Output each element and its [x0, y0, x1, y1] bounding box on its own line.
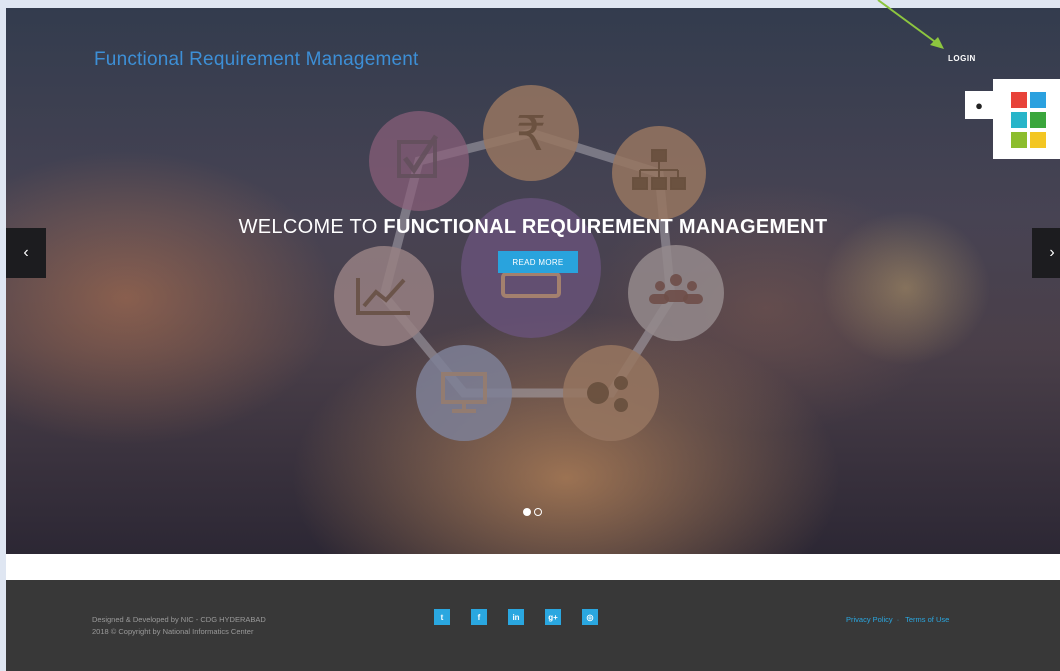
page-frame: ₹ Functional Requirement Management LOGI… — [6, 8, 1060, 671]
swatch-green[interactable] — [1030, 112, 1046, 128]
slider-dot-2[interactable] — [534, 508, 542, 516]
welcome-prefix: WELCOME TO — [238, 216, 384, 238]
services-diagram: ₹ — [334, 85, 724, 441]
chevron-right-icon: › — [1049, 244, 1055, 261]
twitter-glyph: t — [440, 612, 444, 622]
footer-credits: Designed & Developed by NIC - CDG HYDERA… — [92, 614, 266, 638]
read-more-button[interactable]: READ MORE — [498, 251, 578, 273]
diagram-node-monitor — [416, 345, 512, 441]
swatch-cyan[interactable] — [1011, 112, 1027, 128]
linkedin-icon[interactable]: in — [508, 609, 524, 625]
welcome-bold: FUNCTIONAL REQUIREMENT MANAGEMENT — [383, 216, 828, 238]
droplet-icon: ● — [975, 97, 983, 113]
swatch-red[interactable] — [1011, 92, 1027, 108]
diagram-node-gears — [563, 345, 659, 441]
facebook-glyph: f — [477, 612, 481, 622]
swatch-yellow[interactable] — [1030, 132, 1046, 148]
site-footer: Designed & Developed by NIC - CDG HYDERA… — [6, 580, 1060, 671]
slider-dot-1[interactable] — [523, 508, 531, 516]
slider-prev-button[interactable]: ‹ — [6, 228, 46, 278]
twitter-icon[interactable]: t — [434, 609, 450, 625]
slider-next-button[interactable]: › — [1032, 228, 1060, 278]
rupee-icon: ₹ — [516, 106, 547, 162]
slider-pagination — [523, 508, 542, 516]
theme-swatch-panel — [993, 79, 1060, 159]
theme-toggle-button[interactable]: ● — [965, 91, 993, 119]
privacy-policy-link[interactable]: Privacy Policy — [846, 615, 893, 624]
instagram-icon[interactable]: ◎ — [582, 609, 598, 625]
google-plus-icon[interactable]: g+ — [545, 609, 561, 625]
link-separator: · — [896, 615, 900, 624]
login-link[interactable]: LOGIN — [948, 54, 976, 63]
hero-slider: ₹ Functional Requirement Management LOGI… — [6, 8, 1060, 554]
social-links: t f in g+ ◎ — [434, 609, 598, 625]
welcome-heading: WELCOME TO FUNCTIONAL REQUIREMENT MANAGE… — [6, 216, 1060, 239]
footer-links: Privacy Policy · Terms of Use — [846, 615, 953, 624]
credit-line-1: Designed & Developed by NIC - CDG HYDERA… — [92, 615, 266, 624]
swatch-lime[interactable] — [1011, 132, 1027, 148]
swatch-blue[interactable] — [1030, 92, 1046, 108]
site-title[interactable]: Functional Requirement Management — [94, 49, 419, 71]
chevron-left-icon: ‹ — [23, 244, 29, 261]
facebook-icon[interactable]: f — [471, 609, 487, 625]
terms-of-use-link[interactable]: Terms of Use — [905, 615, 949, 624]
instagram-glyph: ◎ — [586, 612, 594, 622]
credit-line-2: 2018 © Copyright by National Informatics… — [92, 627, 254, 636]
google-plus-glyph: g+ — [548, 612, 558, 622]
linkedin-glyph: in — [512, 612, 520, 622]
